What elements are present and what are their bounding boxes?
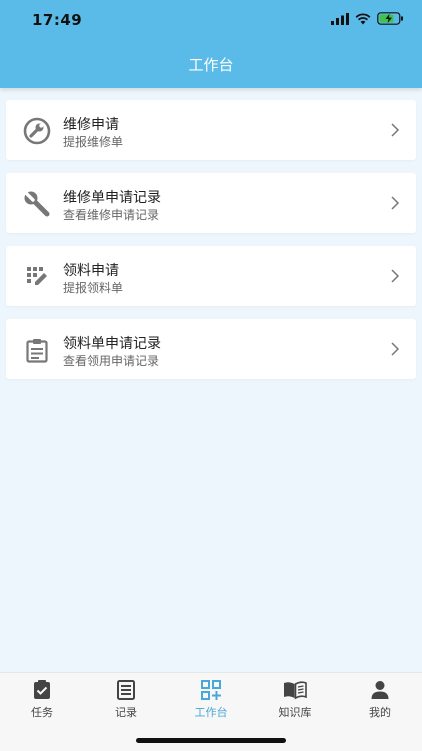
repair-records-item[interactable]: 维修单申请记录 查看维修申请记录 [6, 173, 416, 233]
tab-label: 我的 [369, 706, 391, 719]
wrench-icon [24, 191, 50, 217]
tab-records[interactable]: 记录 [84, 679, 168, 719]
book-icon [284, 681, 307, 700]
chevron-right-icon [391, 196, 400, 210]
tab-label: 知识库 [278, 706, 312, 719]
home-indicator [136, 738, 286, 743]
status-icons [331, 12, 404, 25]
tab-label: 记录 [115, 706, 137, 719]
status-bar: 17:49 [0, 0, 422, 40]
tab-mine[interactable]: 我的 [338, 679, 422, 719]
item-subtitle: 提报领料单 [63, 281, 124, 295]
tab-label: 任务 [31, 706, 53, 719]
item-subtitle: 提报维修单 [63, 135, 124, 149]
tab-label: 工作台 [194, 706, 228, 719]
wrench-circle-icon [23, 117, 51, 145]
edit-grid-icon [27, 267, 47, 285]
page-title: 工作台 [188, 56, 234, 74]
battery-charging-icon [377, 12, 403, 25]
header: 17:49 工作台 [0, 0, 422, 88]
chevron-right-icon [391, 269, 400, 283]
chevron-right-icon [391, 342, 400, 356]
tab-tasks[interactable]: 任务 [0, 679, 84, 719]
item-title: 领料单申请记录 [63, 336, 161, 352]
item-title: 领料申请 [63, 263, 119, 279]
task-check-icon [34, 680, 50, 699]
chevron-right-icon [391, 123, 400, 137]
item-title: 维修单申请记录 [63, 190, 161, 206]
item-subtitle: 查看维修申请记录 [63, 208, 160, 222]
status-time: 17:49 [32, 11, 83, 29]
repair-request-item[interactable]: 维修申请 提报维修单 [6, 100, 416, 160]
tab-workbench[interactable]: 工作台 [169, 679, 253, 719]
qr-workbench-icon [201, 680, 221, 700]
item-title: 维修申请 [63, 117, 119, 133]
material-records-item[interactable]: 领料单申请记录 查看领用申请记录 [6, 319, 416, 379]
clipboard-icon [26, 339, 48, 363]
tab-knowledge-base[interactable]: 知识库 [253, 679, 337, 719]
wifi-icon [355, 12, 371, 24]
item-subtitle: 查看领用申请记录 [63, 354, 160, 368]
cellular-signal-icon [331, 12, 349, 25]
person-icon [371, 681, 389, 699]
workbench-menu: 维修申请 提报维修单 维修单申请记录 查看维修申请记录 领料申请 提报领料单 领… [6, 100, 416, 392]
material-request-item[interactable]: 领料申请 提报领料单 [6, 246, 416, 306]
record-icon [117, 680, 135, 700]
